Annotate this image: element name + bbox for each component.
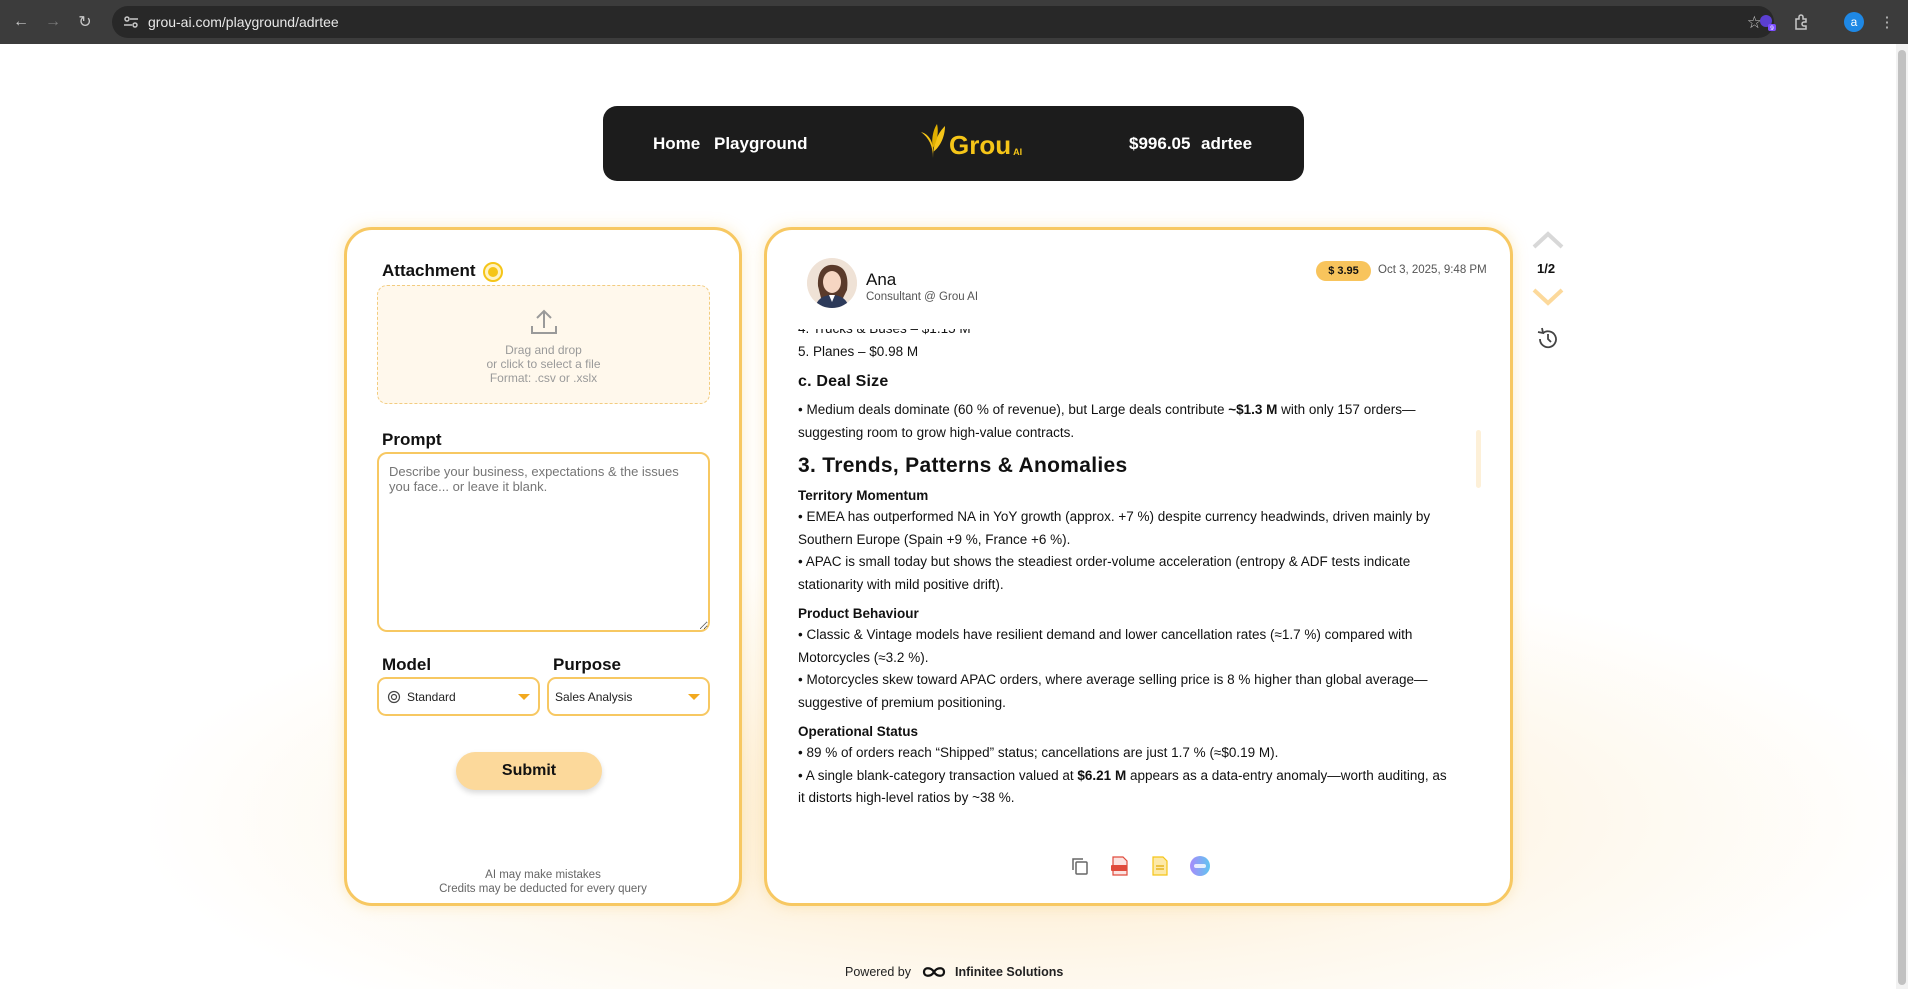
submit-button[interactable]: Submit xyxy=(456,752,602,790)
back-arrow-icon[interactable]: ← xyxy=(10,11,32,33)
prompt-textarea[interactable] xyxy=(377,452,710,632)
response-pager: 1/2 xyxy=(1537,261,1556,276)
address-bar[interactable]: grou-ai.com/playground/adrtee ☆ xyxy=(112,6,1774,38)
document-export-icon[interactable] xyxy=(1147,853,1172,878)
grou-logo[interactable]: Grou AI xyxy=(919,122,1022,160)
nav-playground-link[interactable]: Playground xyxy=(714,134,808,154)
response-timestamp: Oct 3, 2025, 9:48 PM xyxy=(1378,264,1487,276)
paragraph-line: Motorcycles (≈3.2 %). xyxy=(798,649,929,665)
leaf-logo-icon xyxy=(921,124,945,158)
prompt-label: Prompt xyxy=(382,430,442,449)
model-select[interactable]: Standard xyxy=(377,677,540,716)
model-label: Model xyxy=(382,655,432,674)
cost-badge: $ 3.95 xyxy=(1316,261,1371,281)
info-icon[interactable] xyxy=(483,262,503,282)
subsection-heading: Operational Status xyxy=(798,724,919,739)
upload-icon xyxy=(530,309,557,334)
purpose-select-value: Sales Analysis xyxy=(555,689,633,704)
chevron-down-icon xyxy=(518,694,530,700)
reload-icon[interactable]: ↻ xyxy=(74,11,96,33)
paragraph-line: • Motorcycles skew toward APAC orders, w… xyxy=(798,672,1428,687)
disclaimer-credits: Credits may be deducted for every query xyxy=(439,883,647,895)
subsection-heading: Territory Momentum xyxy=(798,488,929,503)
nav-home-link[interactable]: Home xyxy=(653,134,700,154)
agent-avatar xyxy=(807,258,857,308)
page-scrollbar-thumb[interactable] xyxy=(1898,50,1906,985)
file-dropzone[interactable]: Drag and drop or click to select a file … xyxy=(377,285,710,404)
paragraph-line: • EMEA has outperformed NA in YoY growth… xyxy=(798,509,1431,524)
paragraph-line: • APAC is small today but shows the stea… xyxy=(798,554,1411,569)
browser-toolbar: ← → ↻ grou-ai.com/playground/adrtee ☆ 9 … xyxy=(0,0,1908,44)
paragraph-line: • A single blank-category transaction va… xyxy=(798,767,1447,783)
copy-icon[interactable] xyxy=(1067,853,1092,878)
chevron-down-icon xyxy=(688,694,700,700)
puzzle-icon[interactable] xyxy=(1790,11,1812,33)
response-content: 4. Trucks & Buses – $1.15 M 5. Planes – … xyxy=(798,329,1478,827)
logo-ai-suffix: AI xyxy=(1013,147,1023,157)
model-select-value: Standard xyxy=(407,689,456,704)
dropzone-format: Format: .csv or .xslx xyxy=(489,371,598,385)
infinity-logo-icon xyxy=(922,967,946,977)
list-item: 4. Trucks & Buses – $1.15 M xyxy=(798,329,1478,341)
paragraph-line: • Medium deals dominate (60 % of revenue… xyxy=(798,402,1416,417)
bold-value: $6.21 M xyxy=(1077,767,1127,783)
history-icon[interactable] xyxy=(1535,326,1561,352)
bold-value: ~$1.3 M xyxy=(1228,402,1278,417)
logo-text: Grou xyxy=(949,130,1012,160)
purpose-label: Purpose xyxy=(553,655,622,674)
top-navbar: Home Playground Grou AI $996.05 adrtee xyxy=(603,106,1304,181)
list-item: 5. Planes – $0.98 M xyxy=(798,343,919,359)
paragraph-line: • Classic & Vintage models have resilien… xyxy=(798,627,1413,642)
powered-by-text: Powered by xyxy=(845,965,912,979)
balance-display: $996.05 xyxy=(1129,134,1191,153)
paragraph-line: suggesting room to grow high-value contr… xyxy=(798,424,1075,440)
pdf-export-icon[interactable] xyxy=(1107,853,1132,878)
attachment-label: Attachment xyxy=(382,261,476,280)
next-response-chevron-icon[interactable] xyxy=(1531,287,1565,307)
extension-badge: 9 xyxy=(1770,25,1774,31)
url-text[interactable]: grou-ai.com/playground/adrtee xyxy=(148,14,339,30)
content-scrollbar-thumb[interactable] xyxy=(1476,430,1481,488)
paragraph-line: suggestive of premium positioning. xyxy=(798,694,1006,710)
agent-role: Consultant @ Grou AI xyxy=(866,291,979,303)
previous-response-chevron-icon[interactable] xyxy=(1531,230,1565,250)
share-app-icon[interactable] xyxy=(1187,853,1212,878)
extension-icon[interactable]: 9 xyxy=(1756,11,1778,33)
username-link[interactable]: adrtee xyxy=(1201,134,1252,154)
agent-name: Ana xyxy=(866,270,897,289)
paragraph-line: Southern Europe (Spain +9 %, France +6 %… xyxy=(798,531,1071,547)
paragraph-line: it distorts high-level ratios by ~38 %. xyxy=(798,790,1015,805)
dropzone-line-1: Drag and drop xyxy=(505,343,582,357)
dropzone-line-2: or click to select a file xyxy=(486,357,601,371)
input-panel: Attachment Drag and drop or click to sel… xyxy=(344,227,742,906)
menu-kebab-icon[interactable]: ⋮ xyxy=(1876,11,1898,33)
forward-arrow-icon[interactable]: → xyxy=(42,11,64,33)
purpose-select[interactable]: Sales Analysis xyxy=(547,677,710,716)
section-heading: c. Deal Size xyxy=(798,373,889,390)
model-gear-icon xyxy=(387,690,401,703)
footer-brand[interactable]: Infinitee Solutions xyxy=(955,965,1063,979)
subsection-heading: Product Behaviour xyxy=(798,606,919,621)
site-settings-icon[interactable] xyxy=(122,13,140,31)
disclaimer-mistakes: AI may make mistakes xyxy=(485,869,601,881)
paragraph-line: • 89 % of orders reach “Shipped” status;… xyxy=(798,745,1279,760)
response-panel: Ana Consultant @ Grou AI $ 3.95 Oct 3, 2… xyxy=(764,227,1513,906)
paragraph-line: stationarity with mild positive drift). xyxy=(798,576,1004,592)
section-title: 3. Trends, Patterns & Anomalies xyxy=(798,454,1128,477)
profile-avatar[interactable]: a xyxy=(1844,12,1864,32)
response-actions xyxy=(1067,853,1212,878)
footer: Powered by Infinitee Solutions xyxy=(845,965,1063,979)
